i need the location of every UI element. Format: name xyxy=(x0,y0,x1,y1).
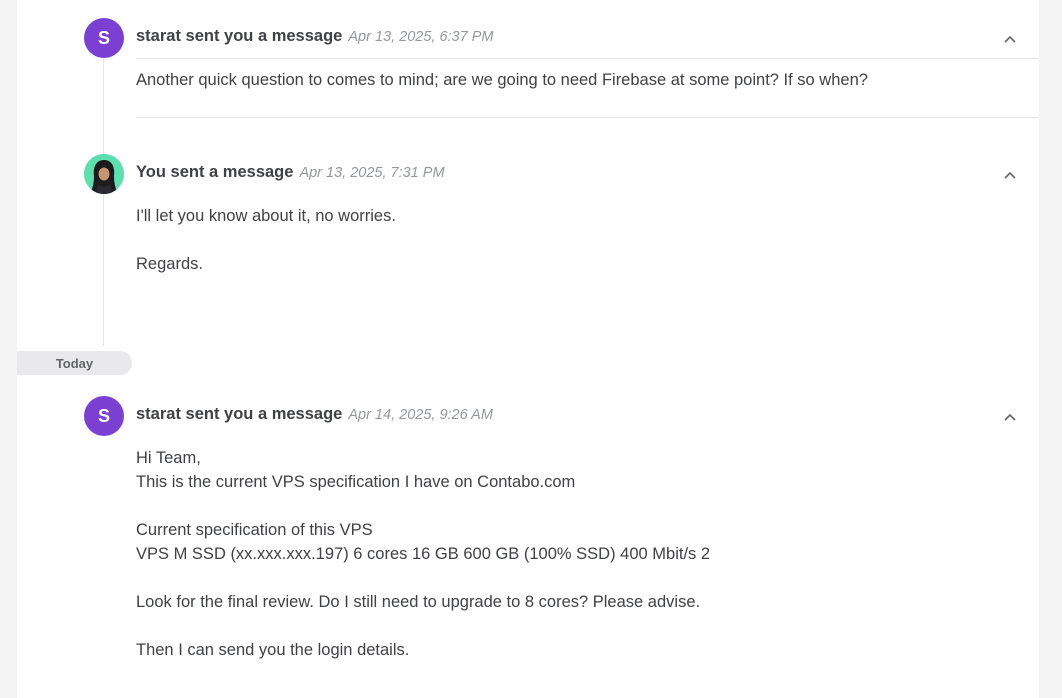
message-body: Hi Team, This is the current VPS specifi… xyxy=(136,446,710,662)
sender-name: starat sent you a message xyxy=(136,405,343,423)
avatar[interactable]: S xyxy=(84,396,124,436)
message-timestamp: Apr 13, 2025, 6:37 PM xyxy=(348,29,494,45)
message-body: I'll let you know about it, no worries. … xyxy=(136,204,396,276)
message-text: Then I can send you the login details. xyxy=(136,641,410,659)
message-text: VPS M SSD (xx.xxx.xxx.197) 6 cores 16 GB… xyxy=(136,545,711,563)
message-timestamp: Apr 13, 2025, 7:31 PM xyxy=(299,165,445,181)
message-body: Another quick question to comes to mind;… xyxy=(136,68,868,92)
divider xyxy=(136,117,1039,118)
chevron-up-icon[interactable] xyxy=(1003,170,1017,180)
message-timestamp: Apr 14, 2025, 9:26 AM xyxy=(348,407,493,423)
message-text: Hi Team, xyxy=(136,449,201,467)
message-header: starat sent you a message Apr 13, 2025, 6… xyxy=(136,27,493,46)
message-text: Look for the final review. Do I still ne… xyxy=(136,593,701,611)
message-header: starat sent you a message Apr 14, 2025, 9… xyxy=(136,405,493,424)
sender-name: starat sent you a message xyxy=(136,27,343,45)
message-header: You sent a message Apr 13, 2025, 7:31 PM xyxy=(136,163,445,182)
chevron-up-icon[interactable] xyxy=(1003,412,1017,422)
chevron-up-icon[interactable] xyxy=(1003,34,1017,44)
message-text: Current specification of this VPS xyxy=(136,521,373,539)
user-avatar-photo[interactable] xyxy=(84,154,124,194)
message-text: I'll let you know about it, no worries. xyxy=(136,207,396,225)
message-text: Regards. xyxy=(136,255,203,273)
person-photo-icon xyxy=(84,154,124,194)
message-text: This is the current VPS specification I … xyxy=(136,473,576,491)
avatar[interactable]: S xyxy=(84,18,124,58)
message-thread: S starat sent you a message Apr 13, 2025,… xyxy=(17,0,1039,698)
divider xyxy=(136,58,1039,59)
date-divider-today: Today xyxy=(17,351,132,375)
sender-name: You sent a message xyxy=(136,163,294,181)
message-text: Another quick question to comes to mind;… xyxy=(136,71,868,89)
